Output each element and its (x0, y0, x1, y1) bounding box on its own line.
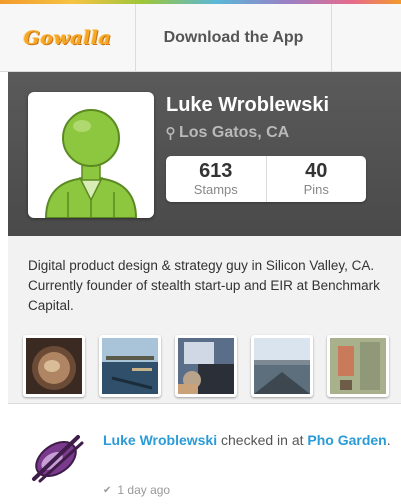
car-interior-photo-image (178, 338, 234, 394)
coffee-photo-image (26, 338, 82, 394)
photo-thumbnail[interactable] (251, 335, 313, 397)
logo-link[interactable]: Gowalla (0, 4, 136, 72)
harbor-photo-image (102, 338, 158, 394)
photo-thumbnail[interactable] (23, 335, 85, 397)
activity-text: Luke Wroblewski checked in at Pho Garden… (103, 429, 393, 451)
download-app-label: Download the App (163, 29, 304, 46)
room-photo-image (330, 338, 386, 394)
activity-place-link[interactable]: Pho Garden (307, 432, 386, 448)
location-pin-icon (166, 126, 175, 140)
stamps-label: Stamps (193, 181, 238, 197)
activity-item: Luke Wroblewski checked in at Pho Garden… (8, 405, 401, 504)
profile-location: Los Gatos, CA (166, 124, 289, 142)
photo-thumbnail[interactable] (99, 335, 161, 397)
profile-details: Digital product design & strategy guy in… (8, 236, 401, 404)
pho-stamp-icon[interactable] (26, 427, 86, 487)
avatar[interactable] (28, 92, 154, 218)
activity-timestamp: ✔ 1 day ago (103, 483, 170, 497)
profile-name: Luke Wroblewski (166, 94, 330, 116)
stamps-stat[interactable]: 613 Stamps (166, 156, 266, 202)
location-text: Los Gatos, CA (179, 124, 290, 141)
checkmark-icon: ✔ (103, 484, 112, 496)
profile-header: Luke Wroblewski Los Gatos, CA 613 Stamps… (8, 72, 401, 236)
activity-user-link[interactable]: Luke Wroblewski (103, 432, 217, 448)
pins-stat[interactable]: 40 Pins (265, 156, 367, 202)
top-nav: Gowalla Download the App (0, 4, 401, 72)
stamps-count: 613 (199, 159, 233, 182)
default-avatar-icon (44, 109, 138, 218)
activity-time-text: 1 day ago (117, 483, 171, 497)
pier-photo-image (254, 338, 310, 394)
download-app-button[interactable]: Download the App (136, 4, 332, 72)
profile-stats: 613 Stamps 40 Pins (166, 156, 366, 202)
pins-label: Pins (303, 181, 329, 197)
activity-action: checked in at (217, 432, 308, 448)
photo-strip (23, 335, 389, 397)
activity-end: . (386, 432, 391, 448)
photo-thumbnail[interactable] (175, 335, 237, 397)
photo-thumbnail[interactable] (327, 335, 389, 397)
pins-count: 40 (305, 159, 328, 182)
profile-bio: Digital product design & strategy guy in… (28, 258, 380, 313)
gowalla-logo: Gowalla (23, 27, 112, 49)
